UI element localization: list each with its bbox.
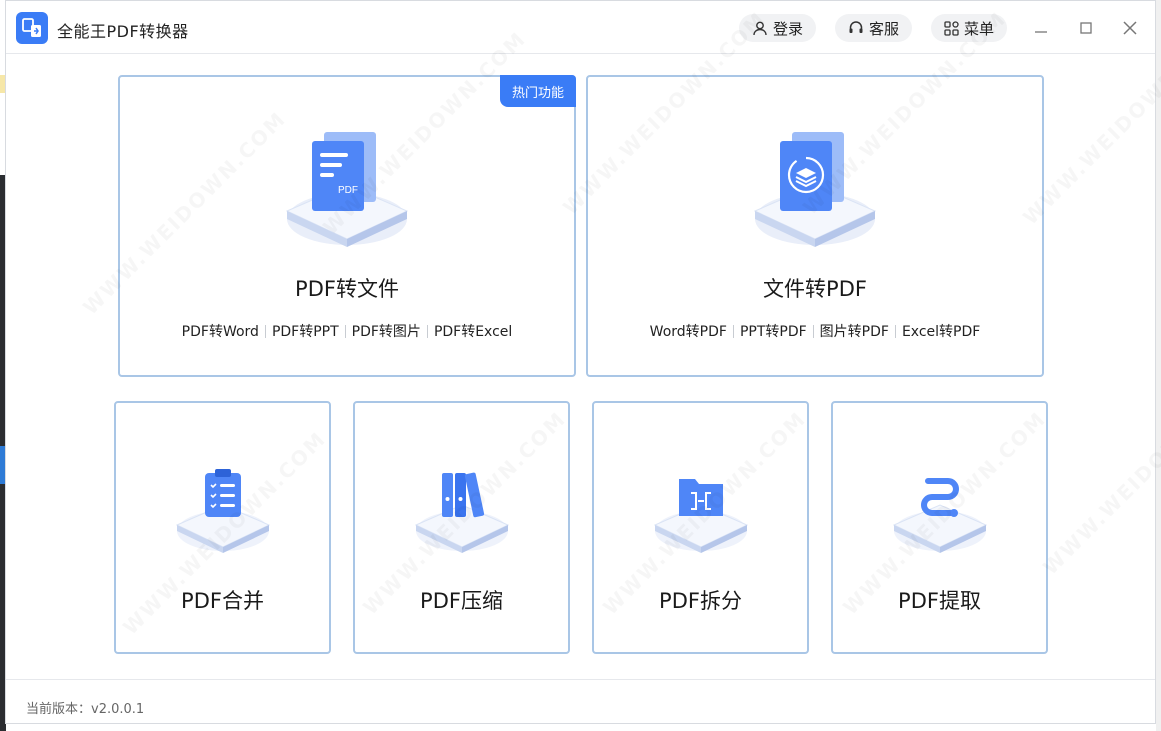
- pdf-document-icon: PDF: [285, 132, 409, 247]
- pdf-to-image-link[interactable]: PDF转图片: [352, 321, 421, 341]
- grid-menu-icon: [944, 20, 959, 36]
- hot-feature-badge: 热门功能: [500, 75, 576, 107]
- excel-to-pdf-link[interactable]: Excel转PDF: [902, 321, 980, 341]
- login-label: 登录: [772, 19, 803, 38]
- pdf-to-ppt-link[interactable]: PDF转PPT: [272, 321, 339, 341]
- pdf-compress-card[interactable]: PDF压缩: [353, 401, 570, 654]
- pdf-extract-title: PDF提取: [898, 589, 981, 613]
- divider: [812, 324, 814, 338]
- convert-layers-icon: [753, 132, 877, 247]
- menu-label: 菜单: [963, 19, 994, 38]
- binders-icon: [414, 472, 509, 553]
- desktop-background-right: [1156, 0, 1161, 731]
- login-button[interactable]: 登录: [739, 14, 816, 42]
- pdf-compress-title: PDF压缩: [420, 589, 503, 613]
- folder-split-icon: [653, 479, 748, 553]
- clipboard-checklist-icon: [175, 469, 270, 553]
- customer-service-button[interactable]: 客服: [835, 14, 912, 42]
- headset-icon: [849, 21, 863, 33]
- title-bar: 全能王PDF转换器 登录 客服 菜单: [6, 1, 1155, 54]
- pdf-merge-title: PDF合并: [181, 589, 264, 613]
- divider: [894, 324, 896, 338]
- image-to-pdf-link[interactable]: 图片转PDF: [820, 321, 889, 341]
- minimize-icon: [1035, 31, 1047, 33]
- footer-divider: [6, 679, 1155, 680]
- pdf-to-file-card[interactable]: 热门功能 PDF PDF转文件 PDF转Word PDF转PPT PDF转图片 …: [118, 75, 576, 377]
- divider: [264, 324, 266, 338]
- maximize-icon: [1080, 22, 1092, 34]
- app-logo-icon: [16, 12, 48, 44]
- version-label: 当前版本：v2.0.0.1: [26, 702, 145, 717]
- svg-text:PDF: PDF: [338, 185, 358, 196]
- file-to-pdf-title: 文件转PDF: [763, 277, 867, 301]
- maximize-button[interactable]: [1075, 17, 1097, 39]
- divider: [344, 324, 346, 338]
- close-button[interactable]: [1119, 17, 1141, 39]
- app-title: 全能王PDF转换器: [57, 22, 189, 41]
- watermark: WWW.WEIDOWN.COM: [1038, 367, 1161, 580]
- pdf-split-title: PDF拆分: [659, 589, 742, 613]
- pdf-to-excel-link[interactable]: PDF转Excel: [434, 321, 512, 341]
- divider: [732, 324, 734, 338]
- divider: [426, 324, 428, 338]
- close-icon: [1123, 21, 1137, 35]
- pdf-to-word-link[interactable]: PDF转Word: [182, 321, 259, 341]
- menu-button[interactable]: 菜单: [931, 14, 1007, 42]
- pdf-split-card[interactable]: PDF拆分: [592, 401, 809, 654]
- app-window: 全能王PDF转换器 登录 客服 菜单 热门功能 PDF PDF转文件 PDF转W…: [5, 0, 1156, 724]
- service-label: 客服: [868, 19, 899, 38]
- user-icon: [753, 21, 767, 36]
- file-to-pdf-card[interactable]: 文件转PDF Word转PDF PPT转PDF 图片转PDF Excel转PDF: [586, 75, 1044, 377]
- file-to-pdf-links: Word转PDF PPT转PDF 图片转PDF Excel转PDF: [588, 321, 1042, 341]
- minimize-button[interactable]: [1030, 17, 1052, 39]
- pdf-to-file-links: PDF转Word PDF转PPT PDF转图片 PDF转Excel: [120, 321, 574, 341]
- pdf-to-file-title: PDF转文件: [295, 277, 399, 301]
- extract-path-icon: [892, 478, 987, 553]
- word-to-pdf-link[interactable]: Word转PDF: [650, 321, 727, 341]
- pdf-extract-card[interactable]: PDF提取: [831, 401, 1048, 654]
- ppt-to-pdf-link[interactable]: PPT转PDF: [740, 321, 807, 341]
- pdf-merge-card[interactable]: PDF合并: [114, 401, 331, 654]
